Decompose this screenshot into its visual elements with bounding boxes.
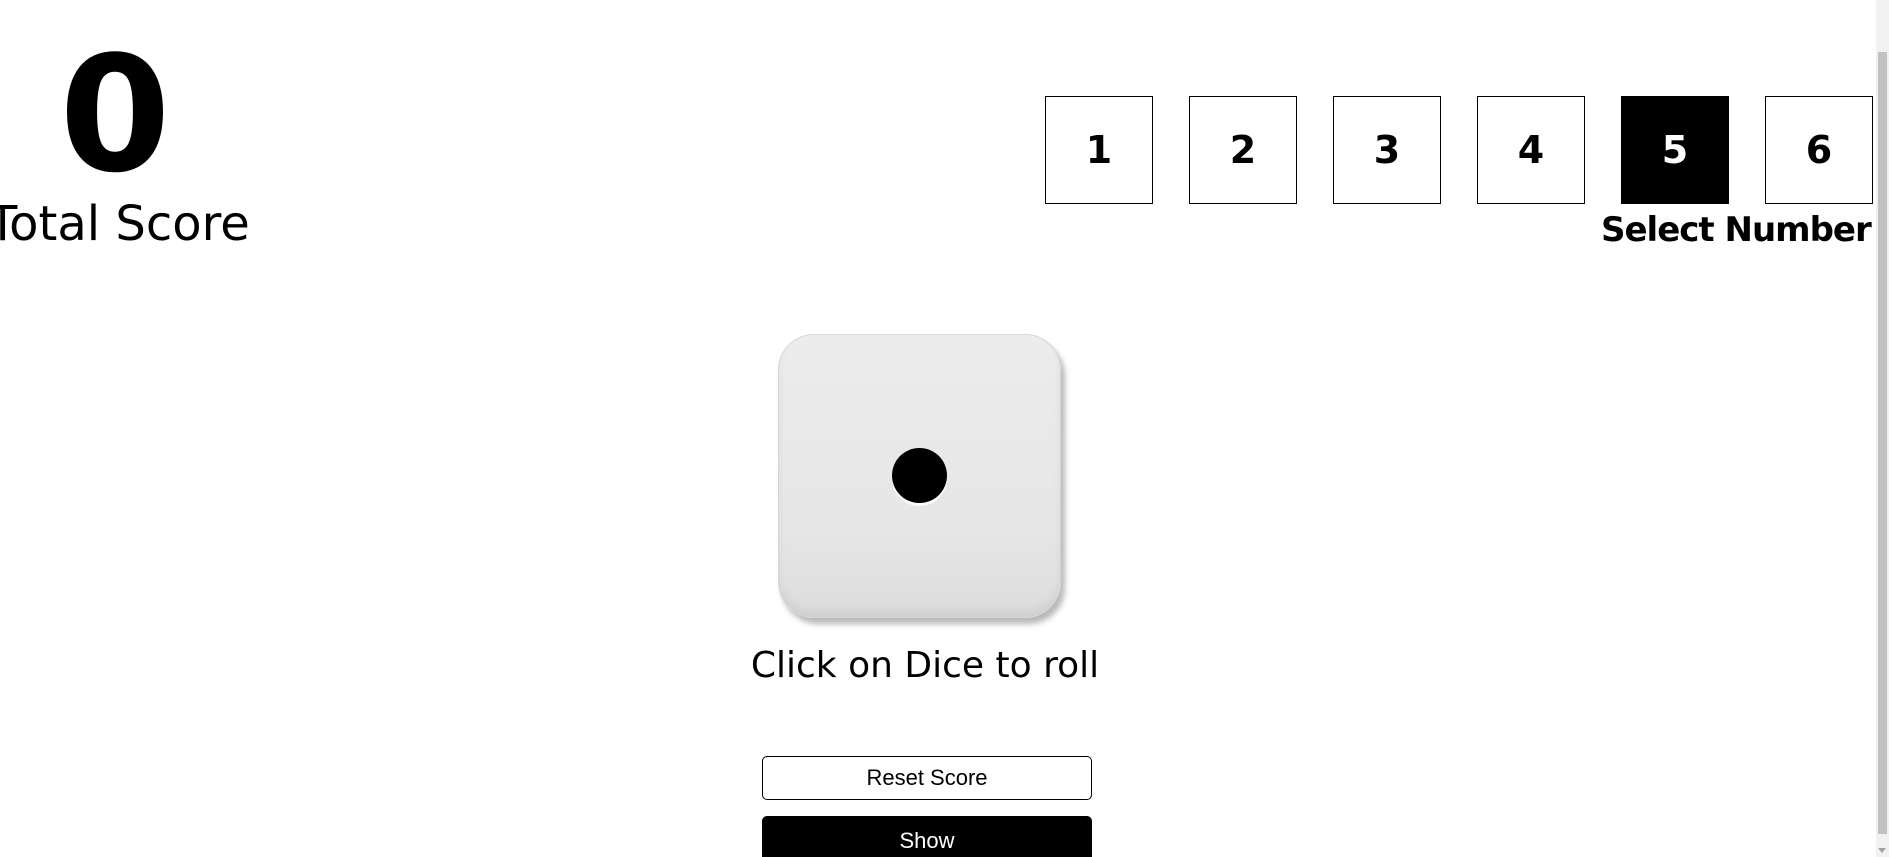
- dice-pip: [892, 448, 947, 503]
- total-score-value: 0: [59, 21, 170, 208]
- number-box-4[interactable]: 4: [1477, 96, 1585, 204]
- score-block: 0 Total Score: [0, 0, 260, 260]
- number-selector: 1 2 3 4 5 6 Select Number: [1045, 96, 1875, 250]
- dice-roll-hint: Click on Dice to roll: [750, 645, 1100, 686]
- show-rules-button[interactable]: Show: [762, 816, 1092, 857]
- number-box-2[interactable]: 2: [1189, 96, 1297, 204]
- number-box-3[interactable]: 3: [1333, 96, 1441, 204]
- select-number-label: Select Number: [1601, 210, 1872, 250]
- scrollbar-thumb[interactable]: [1878, 52, 1887, 834]
- reset-score-button[interactable]: Reset Score: [762, 756, 1092, 800]
- scroll-down-arrow-icon[interactable]: [1878, 848, 1886, 853]
- dice[interactable]: [778, 334, 1061, 618]
- vertical-scrollbar[interactable]: [1876, 0, 1889, 857]
- game-page: 0 Total Score 1 2 3 4 5 6 Select Number …: [0, 0, 1889, 857]
- number-box-6[interactable]: 6: [1765, 96, 1873, 204]
- total-score-label: Total Score: [0, 196, 250, 252]
- number-box-5[interactable]: 5: [1621, 96, 1729, 204]
- number-box-1[interactable]: 1: [1045, 96, 1153, 204]
